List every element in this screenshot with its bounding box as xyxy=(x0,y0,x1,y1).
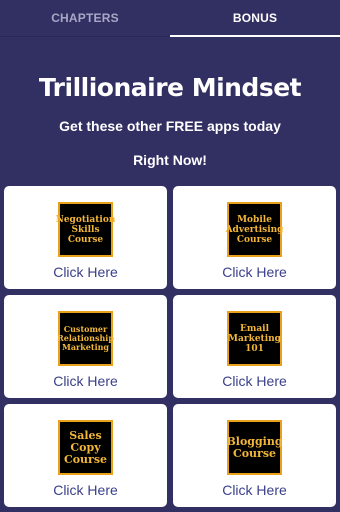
app-thumbnail-text: Mobile Advertising Course xyxy=(225,214,284,245)
app-card-mobile-advertising[interactable]: Mobile Advertising Course Click Here xyxy=(173,186,336,289)
app-thumbnail-text: Customer Relationship Marketing xyxy=(57,324,114,352)
apps-grid: Negotiation Skills Course Click Here Mob… xyxy=(0,186,340,507)
app-thumbnail: Negotiation Skills Course xyxy=(55,202,116,257)
app-thumbnail: Sales Copy Course xyxy=(58,420,113,475)
click-here-link[interactable]: Click Here xyxy=(53,263,118,281)
app-thumbnail: Mobile Advertising Course xyxy=(225,202,284,257)
click-here-link[interactable]: Click Here xyxy=(222,372,287,390)
app-thumbnail-text: Email Marketing 101 xyxy=(228,323,281,354)
app-card-negotiation[interactable]: Negotiation Skills Course Click Here xyxy=(4,186,167,289)
bonus-header: Trillionaire Mindset Get these other FRE… xyxy=(0,37,340,186)
app-thumbnail: Blogging Course xyxy=(226,420,283,475)
app-thumbnail: Customer Relationship Marketing xyxy=(57,311,114,366)
app-card-sales-copy[interactable]: Sales Copy Course Click Here xyxy=(4,404,167,507)
promo-subtitle: Get these other FREE apps today xyxy=(59,118,281,134)
tab-bar: CHAPTERS BONUS xyxy=(0,0,340,37)
click-here-link[interactable]: Click Here xyxy=(53,481,118,499)
promo-subtitle-2: Right Now! xyxy=(133,152,207,168)
click-here-link[interactable]: Click Here xyxy=(222,481,287,499)
tab-bonus[interactable]: BONUS xyxy=(170,0,340,37)
page-title: Trillionaire Mindset xyxy=(38,73,302,102)
app-card-customer-relationship[interactable]: Customer Relationship Marketing Click He… xyxy=(4,295,167,398)
tab-chapters[interactable]: CHAPTERS xyxy=(0,0,170,36)
app-card-blogging[interactable]: Blogging Course Click Here xyxy=(173,404,336,507)
app-thumbnail-text: Negotiation Skills Course xyxy=(55,214,116,245)
app-thumbnail-text: Blogging Course xyxy=(226,434,283,460)
click-here-link[interactable]: Click Here xyxy=(222,263,287,281)
app-thumbnail-text: Sales Copy Course xyxy=(63,428,108,466)
app-card-email-marketing[interactable]: Email Marketing 101 Click Here xyxy=(173,295,336,398)
app-thumbnail: Email Marketing 101 xyxy=(227,311,282,366)
click-here-link[interactable]: Click Here xyxy=(53,372,118,390)
